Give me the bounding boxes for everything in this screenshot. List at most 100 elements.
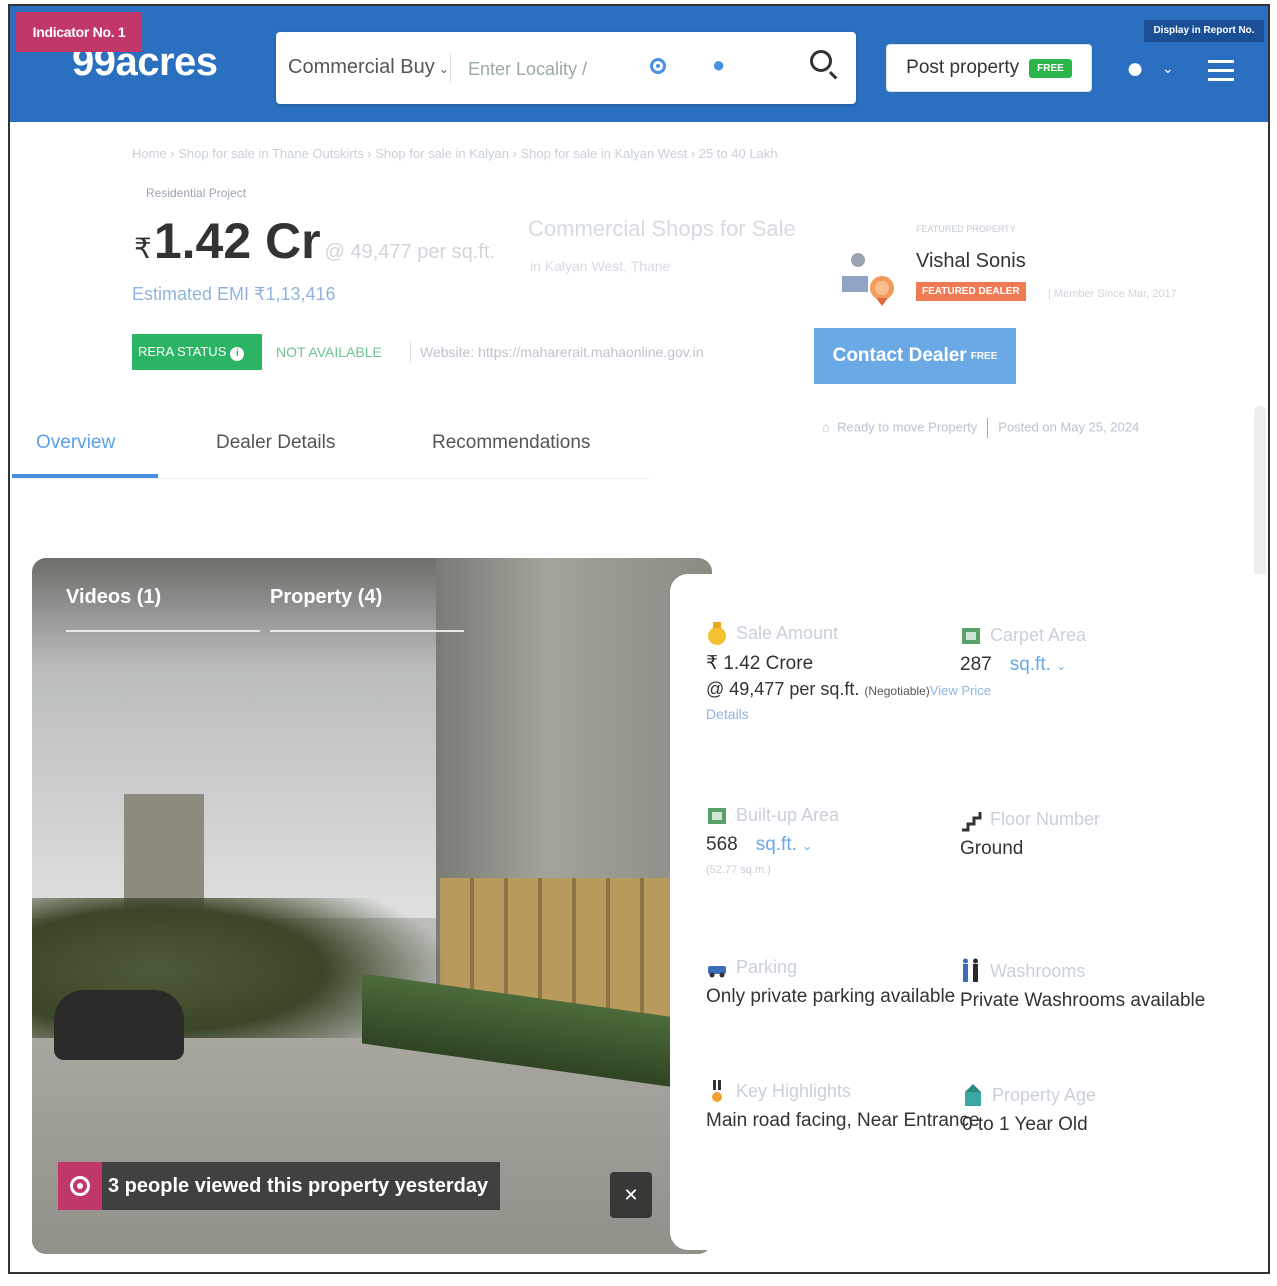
search-divider: [450, 54, 451, 82]
money-bag-icon: [708, 622, 726, 645]
user-account-icon[interactable]: ●: [1126, 52, 1144, 86]
tab-dealer-details[interactable]: Dealer Details: [216, 432, 335, 454]
media-tab-underline: [66, 630, 260, 632]
key-highlights-value: Main road facing, Near Entrance: [706, 1110, 980, 1131]
info-icon[interactable]: i: [230, 347, 245, 361]
chevron-down-icon[interactable]: ⌄: [1162, 60, 1174, 77]
dealer-section-label: FEATURED PROPERTY: [916, 224, 1016, 234]
project-type-label: Residential Project: [146, 186, 247, 200]
rera-status-label: RERA STATUS: [138, 344, 227, 359]
tab-property-photos[interactable]: Property (4): [270, 586, 382, 609]
stairs-icon: [962, 812, 982, 832]
area-icon: [708, 808, 726, 824]
sale-amount-label: Sale Amount: [736, 622, 839, 643]
built-up-area-label: Built-up Area: [736, 804, 840, 825]
carpet-area-value: 287: [960, 654, 992, 675]
property-details-panel: Sale Amount ₹ 1.42 Crore @ 49,477 per sq…: [670, 574, 1268, 1250]
ready-status: Ready to move Property: [837, 419, 978, 435]
divider: [987, 418, 989, 438]
hamburger-menu-icon[interactable]: [1208, 60, 1234, 87]
detail-floor-number: Floor Number Ground: [960, 806, 1220, 860]
dealer-card: FEATURED PROPERTY Vishal Sonis FEATURED …: [792, 206, 1212, 456]
views-badge: 3 people viewed this property yesterday: [58, 1162, 501, 1210]
built-up-area-sqm: (52.77 sq.m.): [706, 864, 771, 876]
view-price-link[interactable]: View Price: [930, 683, 991, 698]
rera-status-value: NOT AVAILABLE: [276, 344, 382, 360]
listing-price: 1.42 Cr: [153, 213, 321, 269]
highlight-icon: [712, 1080, 722, 1102]
property-media-viewer[interactable]: Videos (1) Property (4) 3 people viewed …: [32, 558, 712, 1254]
unit-label: sq.ft.: [755, 834, 797, 855]
property-age-value: 0 to 1 Year Old: [962, 1114, 1088, 1135]
featured-dealer-badge: FEATURED DEALER: [916, 282, 1026, 301]
rera-website-link[interactable]: Website: https://maharerait.mahaonline.g…: [420, 344, 704, 360]
breadcrumb[interactable]: Home › Shop for sale in Thane Outskirts …: [132, 146, 778, 161]
built-up-area-unit-dropdown[interactable]: sq.ft. ⌄: [756, 834, 813, 855]
detail-washrooms: Washrooms Private Washrooms available: [960, 958, 1240, 1012]
floor-number-label: Floor Number: [990, 808, 1101, 829]
sale-amount-value: ₹ 1.42 Crore: [706, 653, 814, 674]
page-frame: 99acres Indicator No. 1 Display in Repor…: [8, 4, 1270, 1274]
washrooms-value: Private Washrooms available: [960, 990, 1206, 1011]
parking-value: Only private parking available: [706, 986, 956, 1007]
listing-location: in Kalyan West, Thane: [530, 258, 671, 274]
media-tab-underline: [270, 630, 464, 632]
washroom-icon: [963, 958, 978, 982]
key-highlights-label: Key Highlights: [736, 1080, 852, 1101]
posted-date: Posted on May 25, 2024: [998, 419, 1140, 435]
locality-search-input[interactable]: [466, 52, 670, 86]
member-since: | Member Since Mar, 2017: [1048, 288, 1177, 300]
search-category-label: Commercial Buy: [288, 56, 435, 78]
detail-key-highlights: Key Highlights Main road facing, Near En…: [706, 1078, 980, 1132]
chevron-down-icon: ⌄: [802, 839, 813, 853]
divider: [410, 342, 411, 362]
free-tag: FREE: [970, 350, 998, 362]
estimated-emi-link[interactable]: Estimated EMI ₹1,13,416: [132, 284, 336, 305]
tabs-divider: [10, 478, 650, 479]
area-icon: [962, 628, 980, 644]
dealer-avatar-icon: [842, 253, 894, 306]
mute-icon: ✕: [623, 1184, 639, 1205]
location-target-icon[interactable]: [650, 58, 666, 74]
price-per-sqft: @ 49,477 per sq.ft.: [324, 241, 496, 263]
detail-parking: Parking Only private parking available: [706, 954, 966, 1008]
top-header: 99acres Indicator No. 1 Display in Repor…: [10, 6, 1268, 122]
floor-number-value: Ground: [960, 838, 1024, 859]
negotiable-label: (Negotiable): [864, 684, 930, 698]
property-status-row: ⌂ Ready to move Property Posted on May 25…: [822, 418, 1139, 438]
tab-videos[interactable]: Videos (1): [66, 586, 161, 609]
eye-icon: [70, 1176, 90, 1196]
listing-title: Commercial Shops for Sale: [528, 216, 796, 241]
washrooms-label: Washrooms: [990, 960, 1086, 981]
sale-amount-per-sqft: @ 49,477 per sq.ft.: [706, 679, 860, 699]
tab-overview[interactable]: Overview: [36, 432, 115, 454]
microphone-icon[interactable]: ●: [712, 52, 725, 78]
mute-button[interactable]: ✕: [610, 1172, 652, 1218]
contact-dealer-label: Contact Dealer: [832, 345, 967, 366]
search-category-dropdown[interactable]: Commercial Buy ⌄: [288, 56, 449, 79]
search-icon[interactable]: [810, 50, 832, 72]
detail-built-up-area: Built-up Area 568 sq.ft. ⌄ (52.77 sq.m.): [706, 802, 956, 877]
active-tab-indicator: [12, 474, 158, 478]
chevron-down-icon: ⌄: [438, 62, 449, 76]
carpet-area-unit-dropdown[interactable]: sq.ft. ⌄: [1010, 654, 1067, 675]
post-property-button[interactable]: Post property FREE: [886, 44, 1092, 92]
dealer-name[interactable]: Vishal Sonis: [916, 250, 1026, 273]
parking-label: Parking: [736, 956, 798, 977]
building-age-icon: [965, 1084, 981, 1106]
currency-symbol: ₹: [134, 233, 152, 264]
photo-motorbike: [54, 990, 184, 1060]
price-row: ₹ 1.42 Cr @ 49,477 per sq.ft.: [134, 212, 495, 270]
tab-recommendations[interactable]: Recommendations: [432, 432, 590, 454]
display-report-label: Display in Report No.: [1144, 20, 1264, 42]
built-up-area-value: 568: [706, 834, 738, 855]
search-bar: Commercial Buy⌄ ●: [276, 32, 856, 104]
contact-dealer-button[interactable]: Contact Dealer FREE: [814, 328, 1016, 384]
scrollbar[interactable]: [1254, 406, 1266, 596]
unit-label: sq.ft.: [1009, 654, 1051, 675]
post-property-label: Post property: [906, 57, 1020, 78]
eye-icon-box: [58, 1162, 102, 1210]
price-details-link[interactable]: Details: [706, 706, 956, 722]
views-text: 3 people viewed this property yesterday: [108, 1174, 489, 1197]
section-tabs: Overview Dealer Details Recommendations: [10, 418, 650, 482]
